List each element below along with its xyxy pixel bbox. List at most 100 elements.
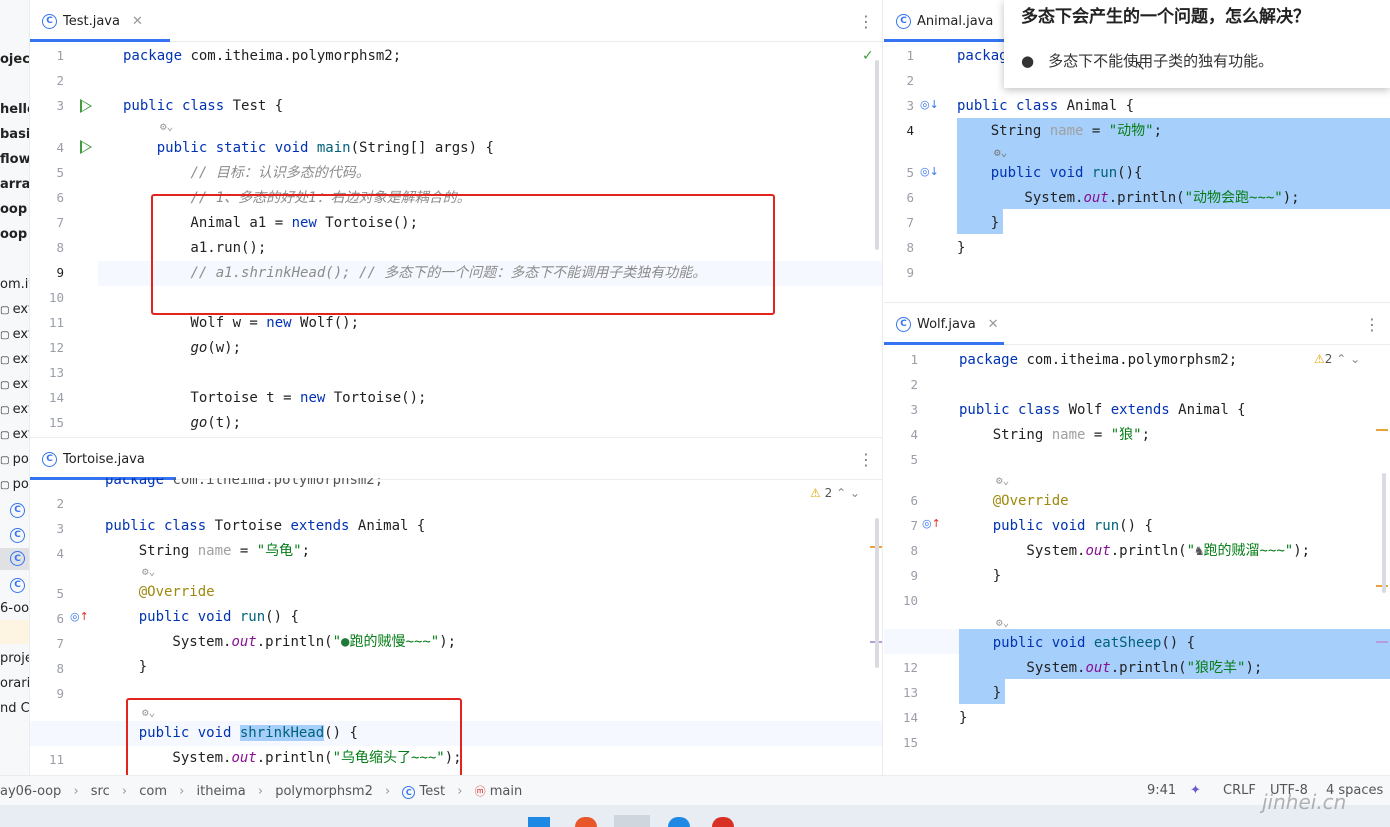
breadcrumb-item[interactable]: itheima xyxy=(197,784,246,799)
code-line[interactable]: } xyxy=(957,236,1390,261)
run-icon[interactable] xyxy=(80,99,92,113)
code-line[interactable]: System.out.println("狼吃羊"); xyxy=(959,656,1390,681)
code-line[interactable]: } xyxy=(959,564,1390,589)
tab-tortoise-java[interactable]: C Tortoise.java xyxy=(30,438,176,480)
project-tree-item[interactable]: oop xyxy=(0,202,27,217)
line-ending[interactable]: CRLF xyxy=(1223,783,1256,798)
status-bar: ay06-oop › src › com › itheima › polymor… xyxy=(0,775,1390,805)
code-line[interactable]: // 目标：认识多态的代码。 xyxy=(123,161,882,186)
project-panel[interactable]: oject hello basic flow- array oop oop om… xyxy=(0,0,30,775)
project-tree-item[interactable]: 6-oo xyxy=(0,601,29,616)
implemented-icon[interactable]: ◎↓ xyxy=(920,98,939,111)
scrollbar[interactable] xyxy=(875,60,879,250)
code-line[interactable]: System.out.println("♞跑的贼溜~~~"); xyxy=(959,539,1390,564)
project-tree-item[interactable]: hello xyxy=(0,102,29,117)
code-line[interactable]: System.out.println("动物会跑~~~"); xyxy=(957,186,1390,211)
class-icon[interactable]: C xyxy=(10,576,25,593)
class-icon[interactable]: C xyxy=(10,526,25,543)
method-icon: ⓜ xyxy=(474,785,486,798)
app-icon[interactable] xyxy=(614,815,650,827)
more-options-icon[interactable]: ⋮ xyxy=(858,450,874,469)
breadcrumb-item[interactable]: ay06-oop xyxy=(0,784,61,799)
project-tree-item[interactable]: ▢ ext xyxy=(0,427,29,442)
project-tree-item[interactable]: oject xyxy=(0,52,29,67)
code-line[interactable]: public void eatSheep() { xyxy=(959,631,1390,656)
line-number: 5 xyxy=(910,452,918,467)
code-line[interactable]: public void run() { xyxy=(959,514,1390,539)
code-line[interactable]: } xyxy=(959,706,1390,731)
line-number: 8 xyxy=(906,240,914,255)
tab-animal-java[interactable]: C Animal.java xyxy=(884,0,1008,42)
project-tree-item[interactable]: ▢ ext xyxy=(0,402,29,417)
project-tree-item[interactable]: flow- xyxy=(0,152,29,167)
line-number: 11 xyxy=(48,315,64,330)
code-line[interactable]: package com.itheima.polymorphsm2; xyxy=(123,44,882,69)
project-tree-item[interactable]: ▢ ext xyxy=(0,302,29,317)
tab-test-java[interactable]: C Test.java ✕ xyxy=(30,0,170,42)
code-line[interactable]: @Override xyxy=(105,580,882,605)
override-icon[interactable]: ◎↑ xyxy=(70,610,89,623)
line-number: 6 xyxy=(56,611,64,626)
class-icon: C xyxy=(896,316,911,332)
code-line[interactable]: public class Tortoise extends Animal { xyxy=(105,514,882,539)
project-tree-item[interactable]: orarie xyxy=(0,676,29,691)
breadcrumb-item[interactable]: Test xyxy=(419,784,445,799)
project-tree-item[interactable]: ▢ ext xyxy=(0,352,29,367)
breadcrumb-item[interactable]: com xyxy=(139,784,167,799)
start-icon[interactable] xyxy=(528,817,550,827)
app-icon[interactable] xyxy=(668,817,690,827)
class-icon[interactable]: C xyxy=(10,501,25,518)
project-tree-item[interactable]: basic xyxy=(0,127,29,142)
app-icon[interactable] xyxy=(575,817,597,827)
scrollbar[interactable] xyxy=(1382,473,1386,593)
code-line[interactable]: public void run(){ xyxy=(957,161,1390,186)
line-number: 15 xyxy=(48,415,64,430)
breadcrumb-item[interactable]: polymorphsm2 xyxy=(275,784,373,799)
code-line[interactable]: public class Wolf extends Animal { xyxy=(959,398,1390,423)
code-line[interactable]: Tortoise t = new Tortoise(); xyxy=(123,386,882,411)
line-number: 5 xyxy=(56,165,64,180)
breadcrumb-item[interactable]: main xyxy=(490,784,522,799)
project-tree-item[interactable]: oop xyxy=(0,227,27,242)
wolf-tab-bar: C Wolf.java ✕ ⋮ xyxy=(884,303,1390,345)
code-line[interactable]: } xyxy=(105,655,882,680)
code-line[interactable]: @Override xyxy=(959,489,1390,514)
tab-wolf-java[interactable]: C Wolf.java ✕ xyxy=(884,303,1004,345)
code-line[interactable]: package com.itheima.polymorphsm2; xyxy=(959,348,1390,373)
project-tree-item[interactable]: ▢ ext xyxy=(0,327,29,342)
wolf-editor-pane[interactable]: C Wolf.java ✕ ⋮ ⚠2 ⌃ ⌄ 1 2 3 4 5 6 7 8 9… xyxy=(884,302,1390,775)
code-line[interactable]: System.out.println("●跑的贼慢~~~"); xyxy=(105,630,882,655)
override-icon[interactable]: ◎↑ xyxy=(922,517,941,530)
code-line[interactable]: } xyxy=(957,211,1390,236)
code-line[interactable]: public class Animal { xyxy=(957,94,1390,119)
close-icon[interactable]: ✕ xyxy=(132,14,143,29)
project-tree-item[interactable]: ▢ pol xyxy=(0,477,29,492)
implemented-icon[interactable]: ◎↓ xyxy=(920,165,939,178)
project-tree-item[interactable]: proje xyxy=(0,651,29,666)
line-number: 3 xyxy=(56,521,64,536)
watermark: jinhei.cn xyxy=(1262,790,1347,814)
project-tree-item[interactable]: array xyxy=(0,177,29,192)
line-number: 9 xyxy=(56,686,64,701)
selected-tree-item[interactable]: C xyxy=(0,548,29,570)
close-icon[interactable]: ✕ xyxy=(988,317,999,332)
run-icon[interactable] xyxy=(80,140,92,154)
cursor-position[interactable]: 9:41 xyxy=(1147,783,1176,798)
breadcrumb-item[interactable]: src xyxy=(91,784,110,799)
code-line[interactable]: public void run() { xyxy=(105,605,882,630)
code-line[interactable]: } xyxy=(959,681,1390,706)
project-tree-item[interactable]: ▢ ext xyxy=(0,377,29,392)
project-tree-item[interactable]: om.it xyxy=(0,277,29,292)
ai-assistant-icon[interactable]: ✦ xyxy=(1190,783,1201,798)
more-options-icon[interactable]: ⋮ xyxy=(858,12,874,31)
code-line[interactable]: go(w); xyxy=(123,336,882,361)
project-tree-item[interactable]: nd C xyxy=(0,701,29,716)
scrollbar[interactable] xyxy=(875,518,879,668)
code-line[interactable]: String name = "狼"; xyxy=(959,423,1390,448)
scroll-marker xyxy=(1376,429,1388,431)
project-tree-item[interactable]: ▢ pol xyxy=(0,452,29,467)
code-line[interactable]: go(t); xyxy=(123,411,882,436)
more-options-icon[interactable]: ⋮ xyxy=(1364,315,1380,334)
code-line[interactable]: public static void main(String[] args) { xyxy=(123,136,882,161)
app-icon[interactable] xyxy=(712,817,734,827)
